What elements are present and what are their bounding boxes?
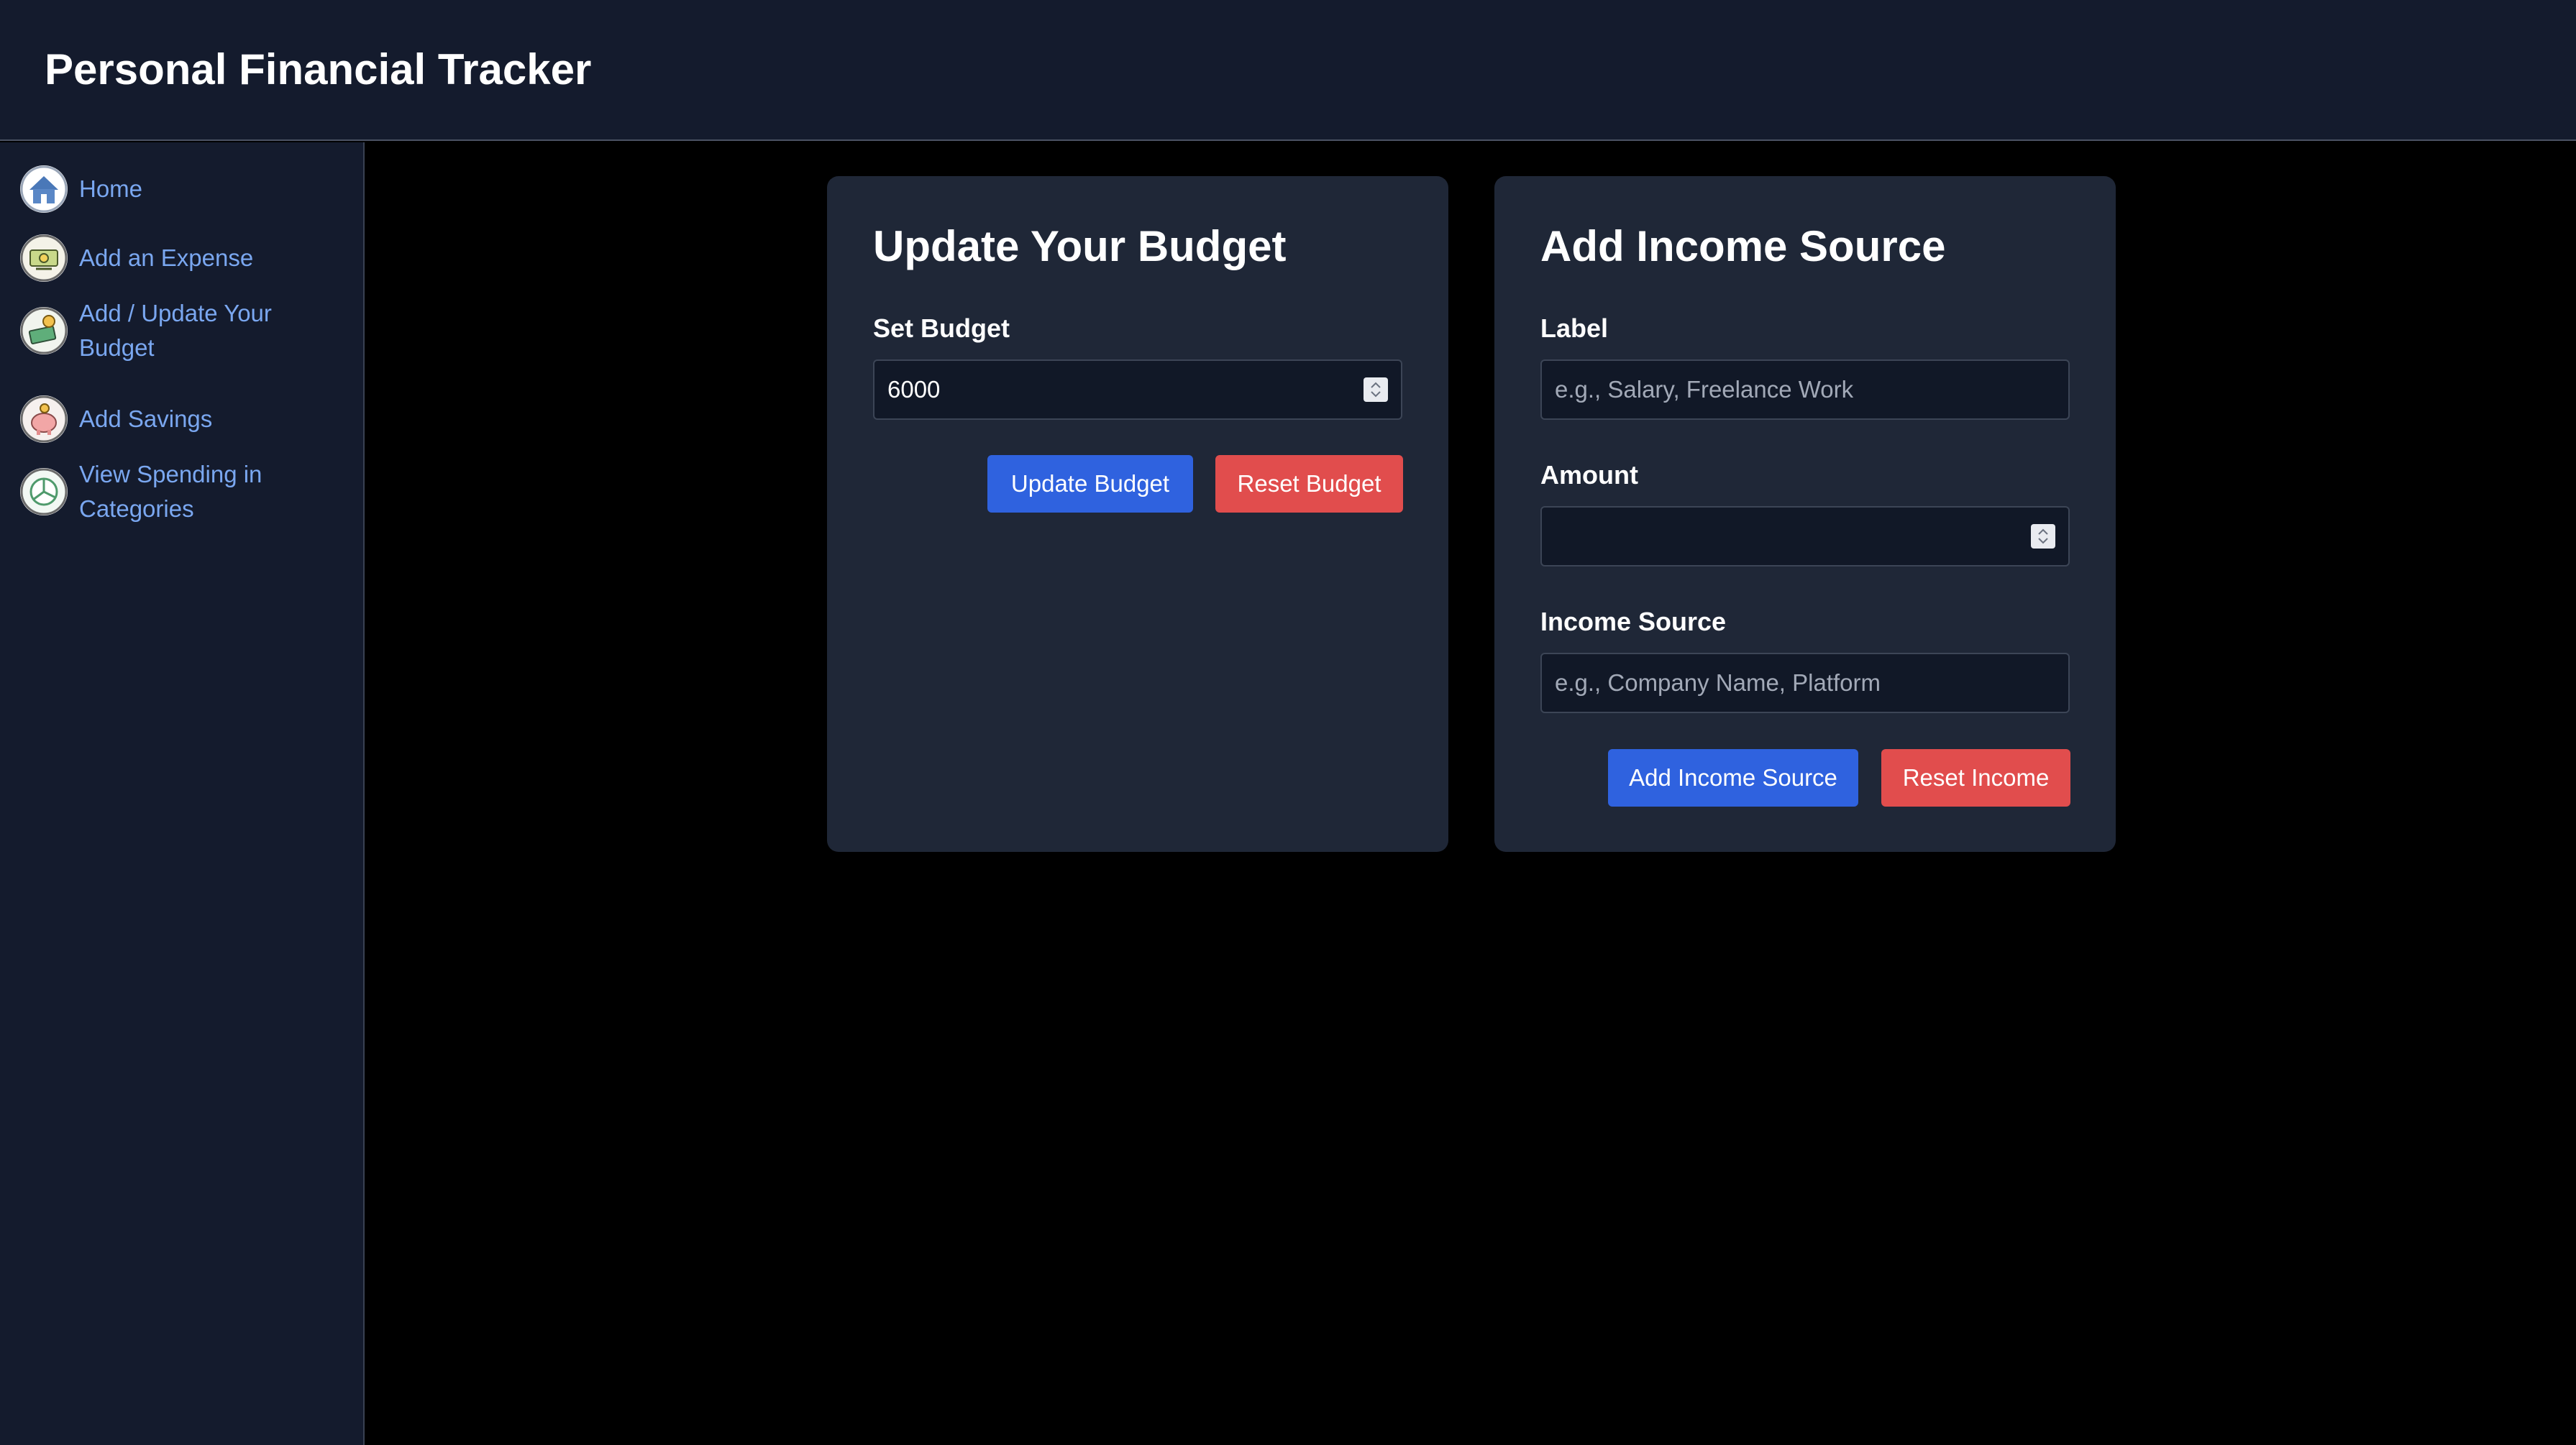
income-label-label: Label bbox=[1540, 313, 1609, 343]
sidebar-item-add-expense[interactable]: Add an Expense bbox=[20, 234, 351, 282]
sidebar-item-update-budget[interactable]: Add / Update Your Budget bbox=[20, 296, 351, 365]
sidebar-item-home[interactable]: Home bbox=[20, 165, 351, 213]
money-icon bbox=[20, 234, 68, 282]
income-card: Add Income Source Label Amount Income So… bbox=[1494, 176, 2116, 852]
pie-chart-icon bbox=[20, 468, 68, 515]
sidebar-item-label: Add an Expense bbox=[79, 244, 254, 271]
income-source-input[interactable] bbox=[1540, 653, 2070, 713]
add-income-source-button[interactable]: Add Income Source bbox=[1608, 749, 1858, 807]
reset-income-button[interactable]: Reset Income bbox=[1881, 749, 2070, 807]
sidebar-item-label: Add / Update Your Budget bbox=[79, 300, 272, 361]
app-title: Personal Financial Tracker bbox=[45, 45, 592, 93]
sidebar-item-label: View Spending in Categories bbox=[79, 461, 262, 522]
sidebar: Home Add an Expense Add / Update Your Bu… bbox=[0, 142, 365, 1445]
budget-stepper[interactable] bbox=[1364, 377, 1388, 402]
update-budget-button[interactable]: Update Budget bbox=[987, 455, 1193, 513]
budget-card: Update Your Budget Set Budget Update Bud… bbox=[827, 176, 1448, 852]
budget-amount-input[interactable] bbox=[873, 359, 1402, 420]
piggy-bank-icon bbox=[20, 395, 68, 443]
sidebar-item-label: Home bbox=[79, 175, 143, 202]
budget-card-title: Update Your Budget bbox=[873, 222, 1287, 270]
sidebar-item-label: Add Savings bbox=[79, 405, 213, 432]
income-amount-input[interactable] bbox=[1540, 506, 2070, 566]
income-card-title: Add Income Source bbox=[1540, 222, 1946, 270]
income-source-label: Income Source bbox=[1540, 607, 1727, 636]
income-amount-label: Amount bbox=[1540, 460, 1638, 490]
sidebar-item-spending-categories[interactable]: View Spending in Categories bbox=[20, 457, 351, 526]
income-amount-stepper[interactable] bbox=[2031, 524, 2055, 549]
set-budget-label: Set Budget bbox=[873, 313, 1010, 343]
reset-budget-button[interactable]: Reset Budget bbox=[1215, 455, 1403, 513]
budget-icon bbox=[20, 307, 68, 354]
app-header: Personal Financial Tracker bbox=[0, 0, 2576, 141]
income-label-input[interactable] bbox=[1540, 359, 2070, 420]
sidebar-item-add-savings[interactable]: Add Savings bbox=[20, 395, 351, 443]
home-icon bbox=[20, 165, 68, 213]
